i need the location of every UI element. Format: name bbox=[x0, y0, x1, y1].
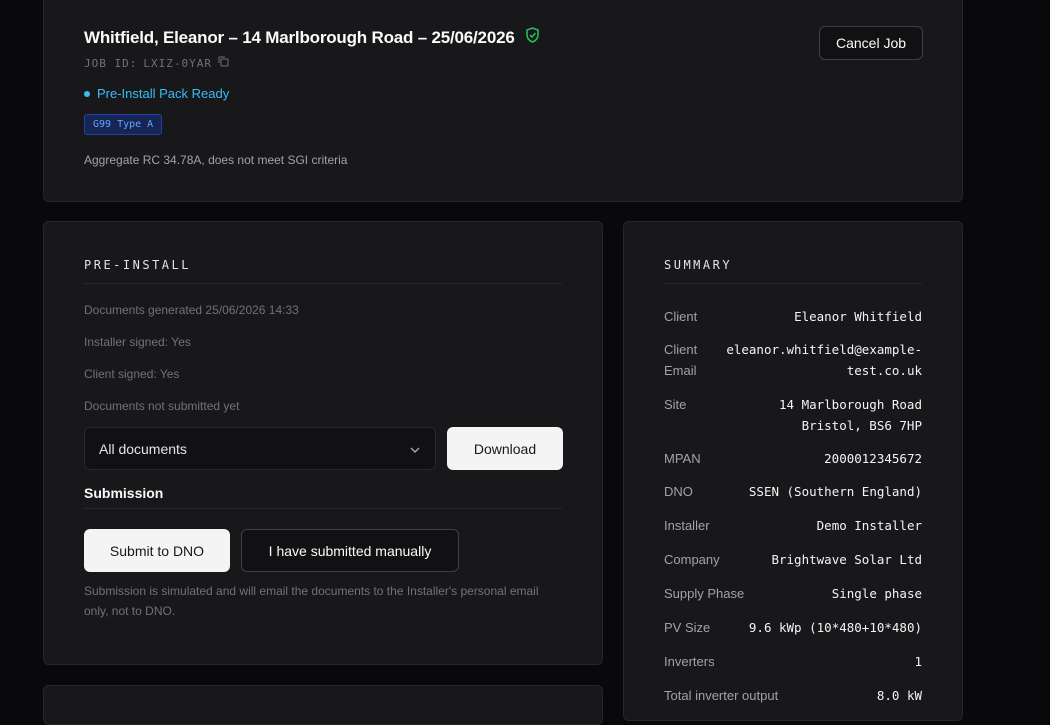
status-text: Pre-Install Pack Ready bbox=[97, 86, 230, 101]
summary-label: Site bbox=[664, 397, 687, 412]
summary-label: Client bbox=[664, 309, 698, 324]
summary-value: Demo Installer bbox=[816, 518, 922, 533]
summary-value: Single phase bbox=[831, 586, 922, 601]
summary-row-installer: Installer Demo Installer bbox=[664, 515, 922, 536]
summary-label: DNO bbox=[664, 484, 693, 499]
summary-row-total-output: Total inverter output 8.0 kW bbox=[664, 685, 922, 706]
criteria-note: Aggregate RC 34.78A, does not meet SGI c… bbox=[84, 153, 348, 167]
g99-badge: G99 Type A bbox=[84, 114, 163, 135]
summary-label: MPAN bbox=[664, 451, 701, 466]
summary-row-site: Site 14 Marlborough Road Bristol, BS6 7H… bbox=[664, 394, 922, 436]
summary-value: 8.0 kW bbox=[876, 688, 922, 703]
pre-install-heading: PRE-INSTALL bbox=[84, 258, 191, 272]
job-title: Whitfield, Eleanor – 14 Marlborough Road… bbox=[84, 27, 540, 48]
summary-row-pv-size: PV Size 9.6 kWp (10*480+10*480) bbox=[664, 617, 922, 638]
documents-generated-text: Documents generated 25/06/2026 14:33 bbox=[84, 303, 299, 317]
summary-row-inverters: Inverters 1 bbox=[664, 651, 922, 672]
summary-row-supply-phase: Supply Phase Single phase bbox=[664, 583, 922, 604]
chevron-down-icon bbox=[409, 441, 421, 457]
summary-value: eleanor.whitfield@example- test.co.uk bbox=[726, 342, 922, 378]
divider bbox=[664, 283, 922, 284]
summary-value: SSEN (Southern England) bbox=[748, 484, 922, 499]
summary-value: Eleanor Whitfield bbox=[794, 309, 922, 324]
summary-row-client-email: Client Email eleanor.whitfield@example- … bbox=[664, 339, 922, 381]
job-id-value: LXIZ-0YAR bbox=[143, 56, 212, 70]
summary-label: Client Email bbox=[664, 342, 698, 378]
summary-label: Total inverter output bbox=[664, 688, 779, 703]
summary-label: Supply Phase bbox=[664, 586, 745, 601]
documents-select[interactable]: All documents bbox=[84, 427, 436, 470]
summary-row-dno: DNO SSEN (Southern England) bbox=[664, 481, 922, 502]
documents-select-value: All documents bbox=[99, 440, 187, 457]
next-card bbox=[43, 685, 603, 725]
submission-heading: Submission bbox=[84, 485, 164, 501]
divider bbox=[84, 508, 562, 509]
job-id-row: JOB ID: LXIZ-0YAR bbox=[84, 56, 229, 70]
submitted-manually-button[interactable]: I have submitted manually bbox=[241, 529, 459, 572]
submit-to-dno-button[interactable]: Submit to DNO bbox=[84, 529, 230, 572]
download-button[interactable]: Download bbox=[447, 427, 563, 470]
summary-label: Company bbox=[664, 552, 720, 567]
installer-signed-text: Installer signed: Yes bbox=[84, 335, 191, 349]
summary-label: Installer bbox=[664, 518, 710, 533]
summary-label: Inverters bbox=[664, 654, 715, 669]
summary-label: PV Size bbox=[664, 620, 711, 635]
submission-status-text: Documents not submitted yet bbox=[84, 399, 240, 413]
job-id-label: JOB ID: bbox=[84, 56, 138, 70]
summary-card: SUMMARY Client Eleanor Whitfield Client … bbox=[623, 221, 963, 721]
summary-value: 14 Marlborough Road Bristol, BS6 7HP bbox=[779, 397, 922, 433]
divider bbox=[84, 283, 562, 284]
cancel-job-button[interactable]: Cancel Job bbox=[819, 26, 923, 60]
summary-value: 9.6 kWp (10*480+10*480) bbox=[748, 620, 922, 635]
pre-install-card: PRE-INSTALL Documents generated 25/06/20… bbox=[43, 221, 603, 665]
summary-row-mpan: MPAN 2000012345672 bbox=[664, 448, 922, 469]
submission-disclaimer: Submission is simulated and will email t… bbox=[84, 584, 539, 618]
job-header-card: Whitfield, Eleanor – 14 Marlborough Road… bbox=[43, 0, 963, 202]
client-signed-text: Client signed: Yes bbox=[84, 367, 180, 381]
copy-icon[interactable] bbox=[218, 56, 229, 70]
summary-heading: SUMMARY bbox=[664, 258, 733, 272]
summary-value: 1 bbox=[914, 654, 922, 669]
summary-value: Brightwave Solar Ltd bbox=[771, 552, 922, 567]
summary-row-client: Client Eleanor Whitfield bbox=[664, 306, 922, 327]
summary-value: 2000012345672 bbox=[824, 451, 922, 466]
status-indicator: Pre-Install Pack Ready bbox=[84, 86, 229, 101]
job-title-text: Whitfield, Eleanor – 14 Marlborough Road… bbox=[84, 27, 515, 47]
verified-shield-icon bbox=[525, 27, 540, 48]
summary-row-company: Company Brightwave Solar Ltd bbox=[664, 549, 922, 570]
status-dot-icon bbox=[84, 90, 90, 97]
